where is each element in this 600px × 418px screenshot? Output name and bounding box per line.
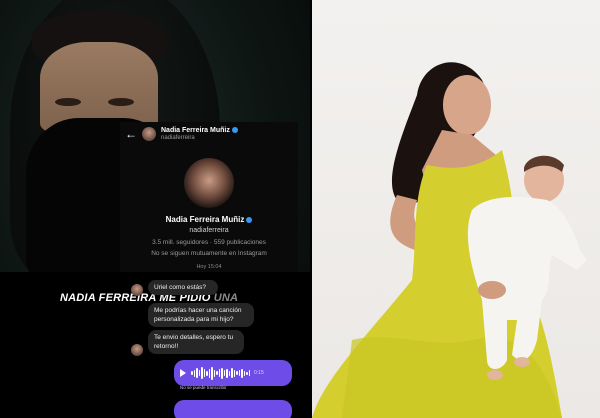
waveform-bar	[233, 369, 235, 377]
instagram-dm-screenshot: ← Nadia Ferreira Muñiz nadiaferreira Nad…	[120, 122, 298, 272]
waveform-bar	[196, 368, 198, 378]
waveform-bar	[193, 369, 195, 377]
voice-duration: 0:15	[254, 370, 264, 376]
waveform-bar	[238, 370, 240, 376]
baby-foot-right	[514, 357, 530, 367]
message-bubble-1: Uriel como estás?	[148, 280, 218, 295]
header-username: nadiaferreira	[161, 134, 195, 141]
baby-foot-left	[487, 370, 503, 380]
waveform	[191, 366, 250, 380]
waveform-bar	[206, 370, 208, 376]
header-name-text: Nadia Ferreira Muñiz	[161, 126, 230, 134]
waveform-bar	[218, 369, 220, 377]
chat-thread: NADIA FERREIRA ME PIDIÓ UNA Uriel como e…	[0, 272, 312, 418]
voice-transcript-note: No se puede transcribir	[180, 385, 227, 390]
profile-mutual-status: No se siguen mutuamente en Instagram	[151, 250, 267, 257]
play-icon[interactable]	[180, 369, 186, 377]
woman-face	[443, 75, 491, 135]
chat-timestamp: Hoy 15:04	[196, 264, 222, 270]
waveform-bar	[191, 371, 193, 375]
profile-name-text: Nadia Ferreira Muñiz	[165, 215, 245, 224]
waveform-bar	[203, 369, 205, 377]
waveform-bar	[201, 367, 203, 379]
profile-name: Nadia Ferreira Muñiz	[120, 215, 298, 224]
waveform-bar	[231, 368, 233, 378]
waveform-bar	[211, 366, 213, 380]
waveform-bar	[246, 371, 248, 375]
waveform-bar	[208, 368, 210, 378]
message-bubble-3: Te envio detalles, espero tu retorno!!	[148, 330, 244, 354]
header-name: Nadia Ferreira Muñiz	[161, 127, 238, 135]
waveform-bar	[236, 371, 238, 375]
waveform-bar	[243, 370, 245, 376]
video-frame-left: ← Nadia Ferreira Muñiz nadiaferreira Nad…	[0, 0, 312, 418]
waveform-bar	[221, 367, 223, 379]
woman-hand	[478, 281, 506, 299]
message-bubble-2: Me podrías hacer una canción personaliza…	[148, 303, 254, 327]
waveform-bar	[223, 370, 225, 376]
back-arrow-icon[interactable]: ←	[120, 127, 142, 141]
waveform-bar	[213, 369, 215, 377]
photo-illustration	[312, 62, 587, 418]
voice-message-2[interactable]	[174, 400, 292, 418]
person-eye-left	[55, 98, 81, 106]
dm-header: ← Nadia Ferreira Muñiz nadiaferreira	[120, 122, 298, 146]
waveform-bar	[248, 370, 250, 376]
waveform-bar	[198, 370, 200, 376]
verified-badge-icon	[231, 126, 238, 133]
profile-avatar[interactable]	[184, 158, 234, 208]
profile-verified-badge-icon	[246, 216, 253, 223]
profile-stats: 3.5 mill. seguidores · 559 publicaciones	[152, 239, 266, 246]
photo-mother-baby	[312, 0, 600, 418]
voice-message[interactable]: 0:15	[174, 360, 292, 386]
message-avatar	[131, 284, 143, 296]
waveform-bar	[226, 368, 228, 378]
message-avatar	[131, 344, 143, 356]
person-eye-right	[108, 98, 134, 106]
profile-username: nadiaferreira	[189, 227, 229, 234]
waveform-bar	[216, 371, 218, 375]
waveform-bar	[228, 370, 230, 376]
header-avatar[interactable]	[142, 127, 156, 141]
waveform-bar	[241, 368, 243, 378]
